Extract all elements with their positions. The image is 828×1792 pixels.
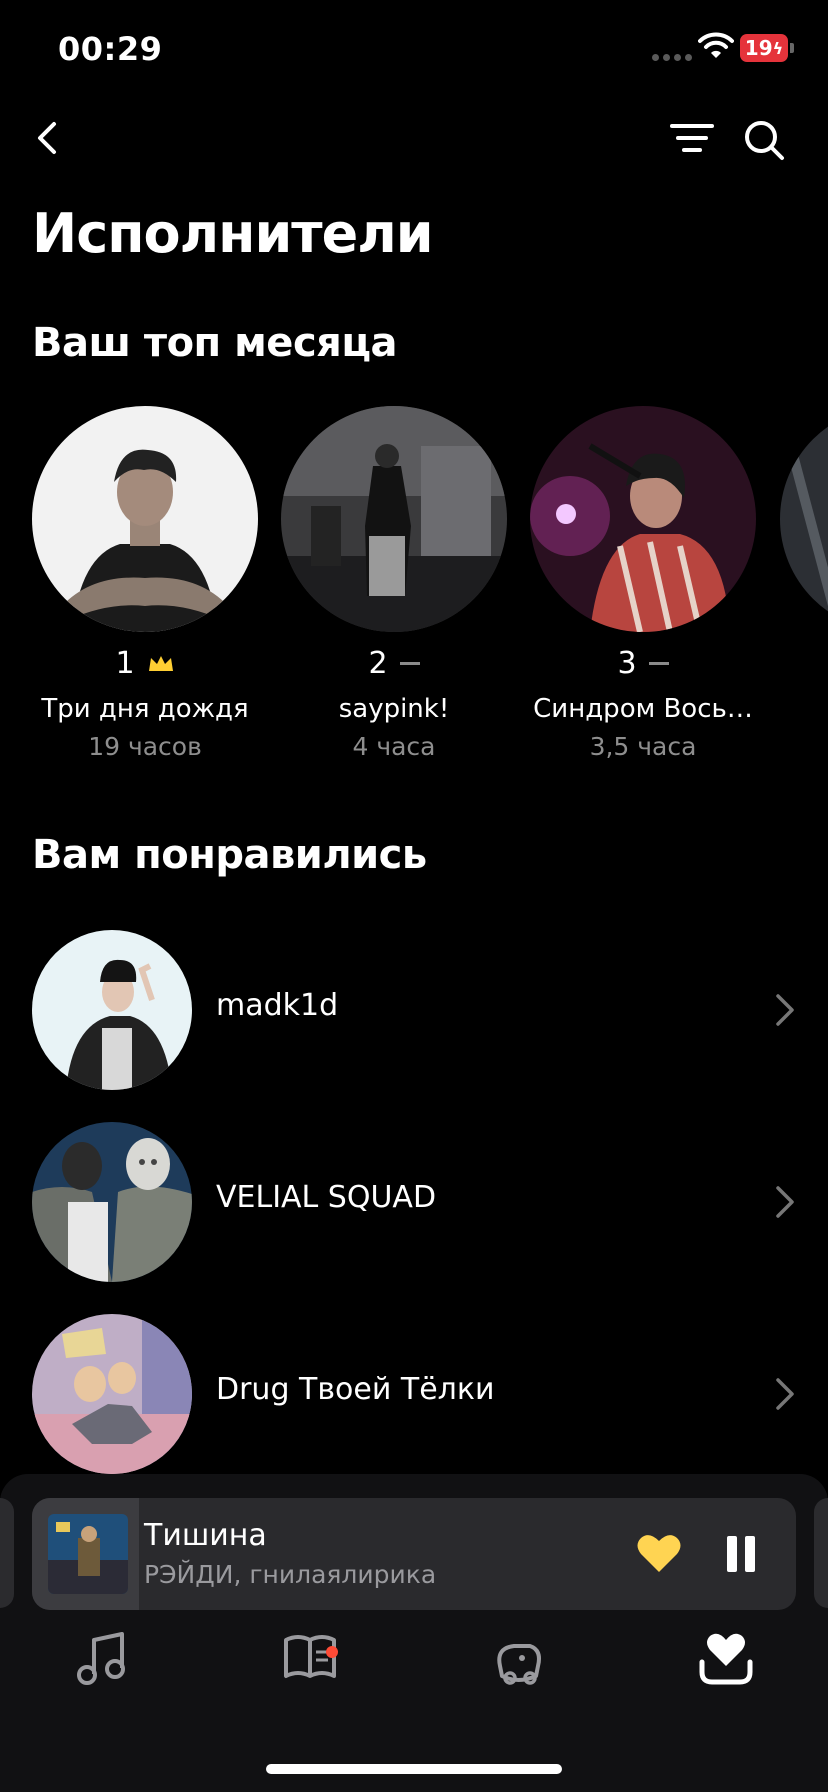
rank-number: 1: [115, 646, 135, 681]
wifi-icon: [698, 32, 734, 58]
listening-hours: 19 часов: [88, 732, 202, 761]
artist-avatar: [780, 406, 828, 632]
home-indicator: [266, 1764, 562, 1774]
top-month-heading: Ваш топ месяца: [32, 320, 397, 366]
feed-icon[interactable]: [278, 1628, 342, 1692]
cellular-signal-icon: [652, 54, 692, 61]
artist-name: madk1d: [216, 988, 339, 1023]
artist-name: Синдром Вось…: [533, 694, 753, 724]
artist-avatar: [32, 406, 258, 632]
back-arrow-icon[interactable]: [30, 116, 66, 160]
chevron-right-icon: [776, 994, 794, 1026]
heart-icon[interactable]: [636, 1532, 682, 1574]
artists-screen: 00:29 19 ϟ Исполнители Ваш топ месяца 1 …: [0, 0, 828, 1792]
filter-sort-icon[interactable]: [668, 120, 716, 160]
liked-artist-row[interactable]: madk1d: [32, 930, 796, 1090]
artist-avatar: [32, 1122, 192, 1282]
status-bar: 00:29 19 ϟ: [0, 0, 828, 100]
artist-avatar: [32, 1314, 192, 1474]
rank-row: 3: [530, 646, 756, 681]
battery-cap: [790, 43, 794, 53]
tab-bar: [0, 1628, 828, 1728]
rank-number: 2: [368, 646, 388, 681]
artist-name: Три дня дождя: [41, 694, 249, 724]
rank-row: 2: [281, 646, 507, 681]
rank-row: 1: [32, 646, 258, 681]
artist-avatar: [281, 406, 507, 632]
top-artist-card[interactable]: 3 Синдром Вось… 3,5 часа: [530, 406, 756, 761]
artist-name: VELIAL SQUAD: [216, 1180, 437, 1215]
search-icon[interactable]: [742, 118, 786, 162]
artist-name: Drug Твоей Тёлки: [216, 1372, 495, 1407]
track-artist: РЭЙДИ, гнилаялирика: [144, 1560, 437, 1589]
track-title: Тишина: [144, 1518, 267, 1553]
top-artist-card[interactable]: 1 Три дня дождя 19 часов: [32, 406, 258, 761]
previous-track-peek[interactable]: [0, 1498, 14, 1608]
collection-heart-icon[interactable]: [694, 1628, 758, 1692]
track-cover: [48, 1514, 128, 1594]
artist-name: saypink!: [338, 694, 450, 724]
listening-hours: 4 часа: [352, 732, 436, 761]
no-change-icon: [399, 662, 420, 665]
notification-badge: [326, 1646, 338, 1658]
liked-artist-row[interactable]: VELIAL SQUAD: [32, 1122, 796, 1282]
page-title: Исполнители: [32, 202, 434, 265]
next-track-peek[interactable]: [814, 1498, 828, 1608]
top-artist-card[interactable]: 2 saypink! 4 часа: [281, 406, 507, 761]
battery-level: 19: [744, 36, 773, 60]
no-change-icon: [648, 662, 669, 665]
chevron-right-icon: [776, 1378, 794, 1410]
battery-icon: 19 ϟ: [740, 34, 788, 62]
top-artist-card-partial[interactable]: [780, 406, 828, 632]
artist-avatar: [530, 406, 756, 632]
liked-heading: Вам понравились: [32, 832, 427, 878]
mini-player[interactable]: Тишина РЭЙДИ, гнилаялирика: [32, 1498, 796, 1610]
listening-hours: 3,5 часа: [589, 732, 697, 761]
liked-artist-row[interactable]: Drug Твоей Тёлки: [32, 1314, 796, 1474]
crown-icon: [148, 655, 173, 671]
chevron-right-icon: [776, 1186, 794, 1218]
music-note-icon[interactable]: [70, 1628, 134, 1692]
kids-icon[interactable]: [486, 1628, 550, 1692]
artist-avatar: [32, 930, 192, 1090]
rank-number: 3: [617, 646, 637, 681]
pause-icon[interactable]: [724, 1534, 758, 1574]
status-time: 00:29: [58, 30, 163, 68]
